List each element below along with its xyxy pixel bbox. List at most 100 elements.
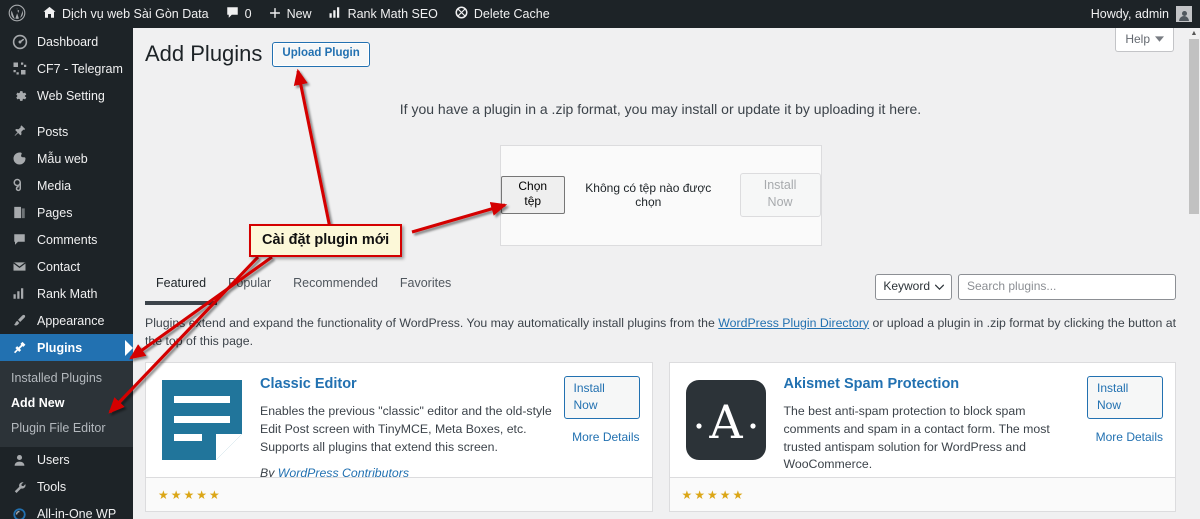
user-icon [11,453,28,468]
tab-recommended[interactable]: Recommended [282,271,389,305]
wordpress-admin-screen: Dịch vụ web Sài Gòn Data 0 New Rank Math… [0,0,1200,519]
plugin-card-top: Classic Editor Enables the previous "cla… [146,363,652,480]
plugin-search-group: Keyword [875,273,1176,305]
sidebar-item-plugins[interactable]: Plugins [0,334,133,361]
new-content-label: New [286,7,312,22]
howdy-label: Howdy, admin [1090,7,1169,21]
wordpress-plugin-directory-link[interactable]: WordPress Plugin Directory [718,316,869,330]
delete-cache-label: Delete Cache [473,7,550,22]
rank-math-menu[interactable]: Rank Math SEO [320,0,446,28]
sidebar-item-contact[interactable]: Contact [0,253,133,280]
install-now-button[interactable]: Install Now [563,376,640,420]
help-tab-label: Help [1125,32,1150,46]
tab-popular[interactable]: Popular [217,271,282,305]
choose-file-button[interactable]: Chọn tệp [500,175,565,214]
sidebar-item-tools[interactable]: Tools [0,474,133,501]
install-now-button[interactable]: Install Now [1087,376,1163,420]
plugin-browse-description: Plugins extend and expand the functional… [145,314,1176,351]
wordpress-logo-icon [8,4,26,25]
sidebar-item-users[interactable]: Users [0,447,133,474]
main-content: Help Add Plugins Upload Plugin If you ha… [133,28,1188,519]
sidebar-item-web-setting[interactable]: Web Setting [0,82,133,109]
admin-bar: Dịch vụ web Sài Gòn Data 0 New Rank Math… [0,0,1200,28]
plugin-upload-section: If you have a plugin in a .zip format, y… [133,69,1188,246]
pages-icon [11,205,28,220]
envelope-icon [11,259,28,274]
classic-editor-icon [158,376,246,464]
site-name-label: Dịch vụ web Sài Gòn Data [62,7,209,22]
plugin-card-body: Classic Editor Enables the previous "cla… [260,376,564,480]
home-icon [42,5,57,23]
search-input[interactable] [958,273,1176,300]
file-input-group[interactable]: Chọn tệp Không có tệp nào được chọn [500,175,726,214]
svg-text:A: A [708,395,743,449]
my-account-menu[interactable]: Howdy, admin [1091,6,1200,22]
dashboard-icon [11,34,28,50]
star-rating: ★★★★★ [158,487,222,502]
page-header: Add Plugins Upload Plugin [133,28,1188,69]
new-content-menu[interactable]: New [260,0,320,28]
plugin-name[interactable]: Classic Editor [260,376,560,393]
chevron-down-icon [1155,32,1164,46]
sidebar-item-appearance[interactable]: Appearance [0,307,133,334]
sidebar-label: Comments [37,232,98,247]
sidebar-item-all-in-one-wp[interactable]: All-in-One WP [0,501,133,519]
page-scrollbar[interactable]: ▲ [1188,28,1200,519]
more-details-link[interactable]: More Details [1096,430,1163,444]
pin-icon [11,124,28,139]
submenu-item-installed-plugins[interactable]: Installed Plugins [0,366,133,391]
sidebar-label: Mẫu web [37,151,88,166]
upload-hint-text: If you have a plugin in a .zip format, y… [399,100,922,117]
install-now-button-disabled[interactable]: Install Now [739,172,821,217]
sidebar-label: Web Setting [37,88,105,103]
circle-icon [11,507,28,519]
search-type-select[interactable]: Keyword [875,273,952,300]
plugin-card-footer: ★★★★★ [669,477,1175,512]
scrollbar-thumb[interactable] [1189,39,1199,214]
comment-icon [11,232,28,247]
tab-featured[interactable]: Featured [145,271,218,305]
wrench-icon [11,480,28,495]
star-rating: ★★★★★ [681,487,746,502]
tab-favorites[interactable]: Favorites [389,271,462,305]
sidebar-label: Pages [37,205,73,220]
plug-icon [11,340,28,356]
plugin-card-footer: ★★★★★ [146,477,652,512]
site-name-menu[interactable]: Dịch vụ web Sài Gòn Data [34,0,217,28]
sidebar-label: Media [37,178,72,193]
sidebar-item-cf7-telegram[interactable]: CF7 - Telegram [0,55,133,82]
delete-cache-menu[interactable]: Delete Cache [446,0,558,28]
media-icon [11,178,28,193]
sidebar-item-posts[interactable]: Posts [0,118,133,145]
search-type-value: Keyword [883,278,930,293]
grid-icon [11,61,28,76]
comments-menu[interactable]: 0 [217,0,260,28]
rank-math-label: Rank Math SEO [347,7,438,22]
sidebar-label: Dashboard [37,34,99,49]
comment-count: 0 [244,7,252,22]
sidebar-item-pages[interactable]: Pages [0,199,133,226]
sidebar-item-mau-web[interactable]: Mẫu web [0,145,133,172]
sidebar-item-comments[interactable]: Comments [0,226,133,253]
plugin-description: The best anti-spam protection to block s… [783,403,1050,472]
sidebar-label: CF7 - Telegram [37,61,123,76]
page-title: Add Plugins [145,41,263,66]
scroll-up-arrow-icon[interactable]: ▲ [1189,28,1199,38]
annotation-callout: Cài đặt plugin mới [249,224,403,258]
help-tab-toggle[interactable]: Help [1115,28,1174,52]
sidebar-item-rank-math[interactable]: Rank Math [0,280,133,307]
sidebar-label: Appearance [37,313,105,328]
submenu-item-add-new[interactable]: Add New [0,391,133,416]
plugin-name[interactable]: Akismet Spam Protection [784,376,1084,393]
submenu-item-plugin-file-editor[interactable]: Plugin File Editor [0,416,133,441]
sidebar-label: Users [37,453,70,468]
sidebar-item-dashboard[interactable]: Dashboard [0,28,133,55]
brush-icon [11,151,28,166]
plugin-description: Enables the previous "classic" editor an… [260,403,552,454]
more-details-link[interactable]: More Details [572,430,639,444]
gear-icon [11,88,28,104]
sidebar-label: Plugins [37,340,83,355]
wordpress-logo-menu[interactable] [0,0,34,28]
upload-plugin-button[interactable]: Upload Plugin [272,41,370,67]
sidebar-item-media[interactable]: Media [0,172,133,199]
